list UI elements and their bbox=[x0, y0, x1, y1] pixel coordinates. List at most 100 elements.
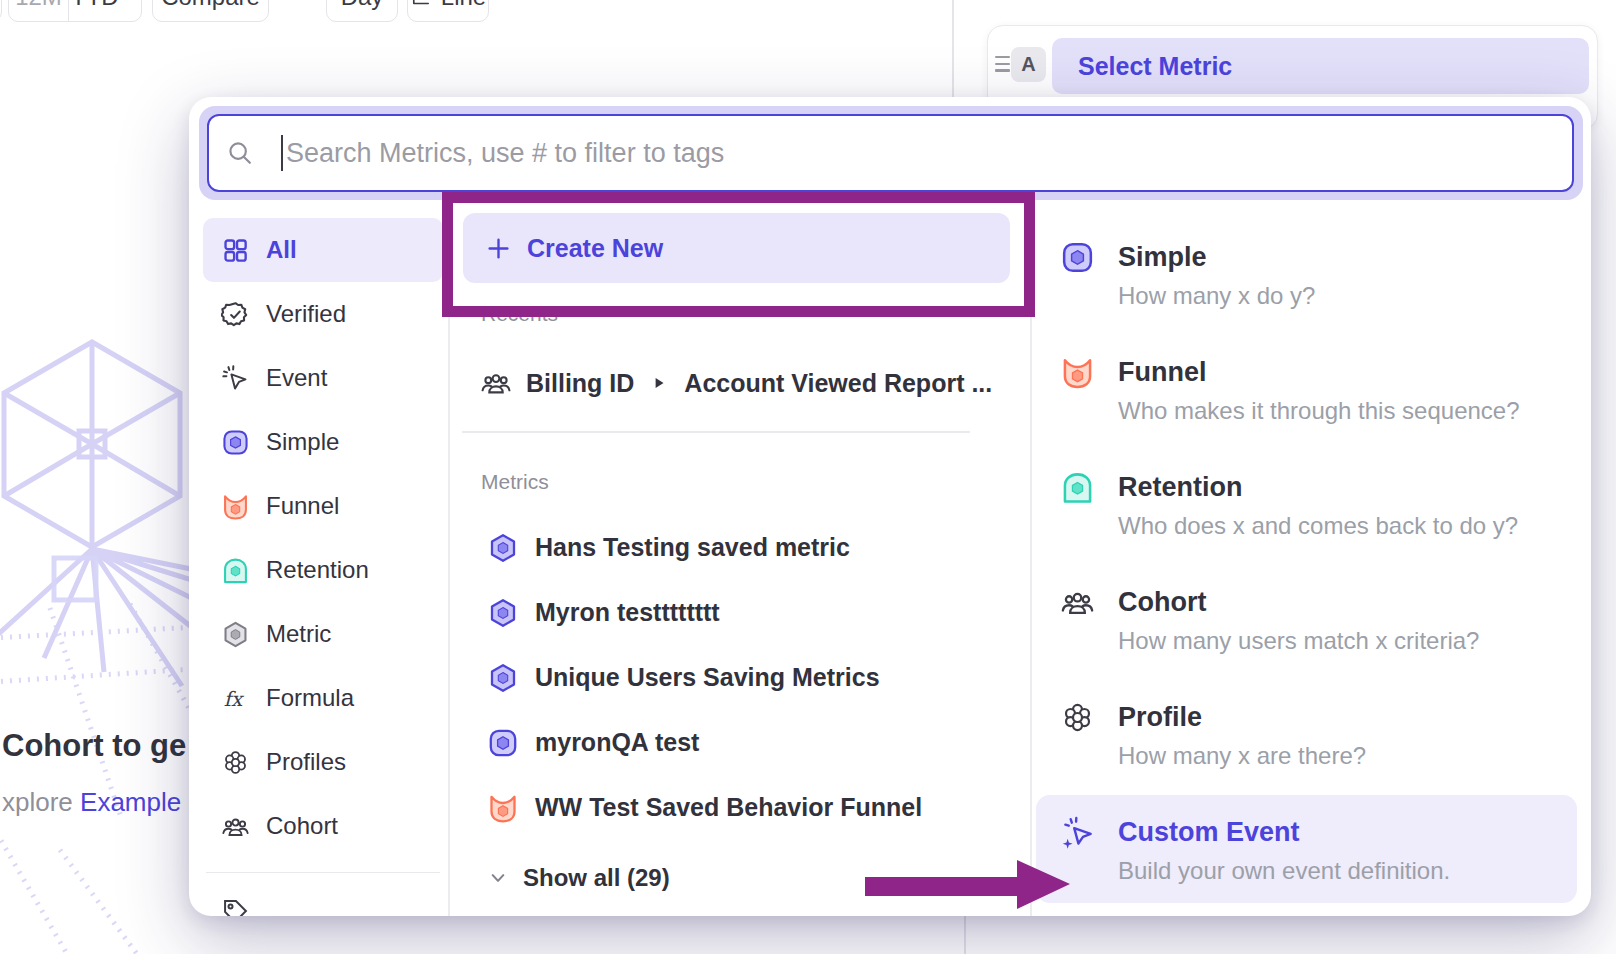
page-divider-top bbox=[952, 0, 954, 97]
metric-item-label: Myron testttttttt bbox=[535, 598, 720, 627]
metric-type-title: Profile bbox=[1118, 702, 1202, 733]
interval-day-button[interactable]: Day bbox=[326, 0, 398, 22]
funnel-icon bbox=[1060, 355, 1095, 390]
chevron-down-icon bbox=[125, 0, 140, 4]
row-letter-badge: A bbox=[1011, 47, 1046, 82]
cohort-icon bbox=[480, 367, 512, 399]
funnel-icon bbox=[487, 792, 519, 824]
annotation-arrow bbox=[855, 848, 1080, 918]
metric-type-funnel[interactable]: Funnel Who makes it through this sequence… bbox=[1060, 354, 1580, 469]
sidebar-item-label: Event bbox=[266, 364, 327, 392]
metric-list-item[interactable]: myronQA test bbox=[487, 710, 1002, 775]
sidebar-item-label: Metric bbox=[266, 620, 331, 648]
metric-type-title: Custom Event bbox=[1118, 817, 1300, 848]
metric-type-description: Who makes it through this sequence? bbox=[1118, 397, 1580, 425]
profiles-icon bbox=[221, 748, 250, 777]
sidebar-item-profiles[interactable]: Profiles bbox=[203, 730, 443, 794]
metric-type-description: Build your own event definition. bbox=[1118, 857, 1580, 885]
metric-type-simple[interactable]: Simple How many x do y? bbox=[1060, 239, 1580, 354]
metric-type-description: Who does x and comes back to do y? bbox=[1118, 512, 1580, 540]
metric-type-profile[interactable]: Profile How many x are there? bbox=[1060, 699, 1580, 814]
sidebar-item-label: Funnel bbox=[266, 492, 339, 520]
canvas-explore-fragment: xplore Example I bbox=[2, 787, 204, 818]
sidebar-item-simple[interactable]: Simple bbox=[203, 410, 443, 474]
page-divider-bottom bbox=[964, 916, 966, 954]
search-box bbox=[207, 114, 1574, 192]
annotation-rectangle bbox=[442, 192, 1035, 317]
recent-item[interactable]: Billing ID Account Viewed Report ... bbox=[480, 353, 992, 413]
metric-type-retention[interactable]: Retention Who does x and comes back to do… bbox=[1060, 469, 1580, 584]
metric-list-item[interactable]: WW Test Saved Behavior Funnel bbox=[487, 775, 1002, 840]
metric-list-item[interactable]: Myron testttttttt bbox=[487, 580, 1002, 645]
tag-icon bbox=[221, 897, 250, 917]
metric-type-title: Cohort bbox=[1118, 587, 1206, 618]
date-range-control: 12M YTD bbox=[8, 0, 142, 22]
sidebar-item-label: Verified bbox=[266, 300, 346, 328]
sidebar-item-event[interactable]: Event bbox=[203, 346, 443, 410]
metric-icon bbox=[221, 620, 250, 649]
metrics-heading: Metrics bbox=[481, 470, 549, 494]
select-metric-button[interactable]: Select Metric bbox=[1052, 38, 1589, 94]
search-input[interactable] bbox=[286, 138, 1572, 169]
grid-icon bbox=[221, 236, 250, 265]
sidebar-item-label: Simple bbox=[266, 428, 339, 456]
simple-icon bbox=[487, 727, 519, 759]
range-ytd-button[interactable]: YTD bbox=[69, 0, 141, 21]
hexagon-icon bbox=[487, 532, 519, 564]
metric-type-list: Simple How many x do y? Funnel Who makes it… bbox=[1060, 239, 1580, 916]
metric-type-title: Retention bbox=[1118, 472, 1243, 503]
compare-button[interactable]: Compare bbox=[152, 0, 269, 22]
search-icon bbox=[225, 138, 255, 168]
sidebar-item-all[interactable]: All bbox=[203, 218, 443, 282]
metric-list-item[interactable]: Unique Users Saving Metrics bbox=[487, 645, 1002, 710]
event-icon bbox=[221, 364, 250, 393]
metric-list: Hans Testing saved metric Myron testttttt… bbox=[487, 515, 1002, 840]
drag-handle-icon[interactable] bbox=[995, 56, 1010, 72]
custom-event-icon bbox=[1060, 815, 1095, 850]
metric-list-item[interactable]: Hans Testing saved metric bbox=[487, 515, 1002, 580]
hexagon-icon bbox=[487, 597, 519, 629]
recents-divider bbox=[462, 431, 970, 433]
funnel-icon bbox=[221, 492, 250, 521]
sidebar-item-cohort[interactable]: Cohort bbox=[203, 794, 443, 858]
show-all-button[interactable]: Show all (29) bbox=[485, 848, 670, 908]
metric-type-cohort[interactable]: Cohort How many users match x criteria? bbox=[1060, 584, 1580, 699]
metric-type-description: How many x are there? bbox=[1118, 742, 1580, 770]
recent-item-second: Account Viewed Report ... bbox=[684, 369, 992, 398]
metric-type-description: How many x do y? bbox=[1118, 282, 1580, 310]
metric-item-label: Hans Testing saved metric bbox=[535, 533, 850, 562]
metric-item-label: myronQA test bbox=[535, 728, 699, 757]
example-link[interactable]: Example bbox=[80, 787, 181, 817]
sidebar-item-funnel[interactable]: Funnel bbox=[203, 474, 443, 538]
text-caret bbox=[281, 135, 283, 171]
cohort-icon bbox=[1060, 585, 1095, 620]
chart-type-line-button[interactable]: Line bbox=[407, 0, 489, 22]
sidebar-item-label: Formula bbox=[266, 684, 354, 712]
sidebar-item-more[interactable] bbox=[203, 879, 443, 916]
sidebar-item-label: Profiles bbox=[266, 748, 346, 776]
sidebar-item-formula[interactable]: fxFormula bbox=[203, 666, 443, 730]
canvas-headline-fragment: Cohort to ge bbox=[2, 728, 186, 764]
retention-icon bbox=[221, 556, 250, 585]
metric-type-description: How many users match x criteria? bbox=[1118, 627, 1580, 655]
arrow-right-icon bbox=[650, 374, 668, 392]
profiles-icon bbox=[1060, 700, 1095, 735]
sidebar-item-metric[interactable]: Metric bbox=[203, 602, 443, 666]
line-chart-icon bbox=[410, 0, 432, 8]
toolbar-button-stub[interactable] bbox=[0, 0, 2, 22]
metric-type-title: Funnel bbox=[1118, 357, 1207, 388]
metric-type-title: Simple bbox=[1118, 242, 1207, 273]
hexagon-icon bbox=[487, 662, 519, 694]
sidebar-item-retention[interactable]: Retention bbox=[203, 538, 443, 602]
metric-item-label: Unique Users Saving Metrics bbox=[535, 663, 880, 692]
range-12m-button[interactable]: 12M bbox=[9, 0, 69, 21]
recent-item-first: Billing ID bbox=[526, 369, 634, 398]
sidebar-item-label: Retention bbox=[266, 556, 369, 584]
sidebar-item-label: Cohort bbox=[266, 812, 338, 840]
metric-type-custom-event[interactable]: Custom Event Build your own event definit… bbox=[1060, 814, 1580, 916]
chevron-down-icon bbox=[485, 865, 511, 891]
simple-icon bbox=[221, 428, 250, 457]
sidebar-bottom-divider bbox=[206, 872, 440, 873]
picker-sidebar: All Verified Event Simple Funnel Retention Met… bbox=[203, 218, 443, 916]
sidebar-item-verified[interactable]: Verified bbox=[203, 282, 443, 346]
